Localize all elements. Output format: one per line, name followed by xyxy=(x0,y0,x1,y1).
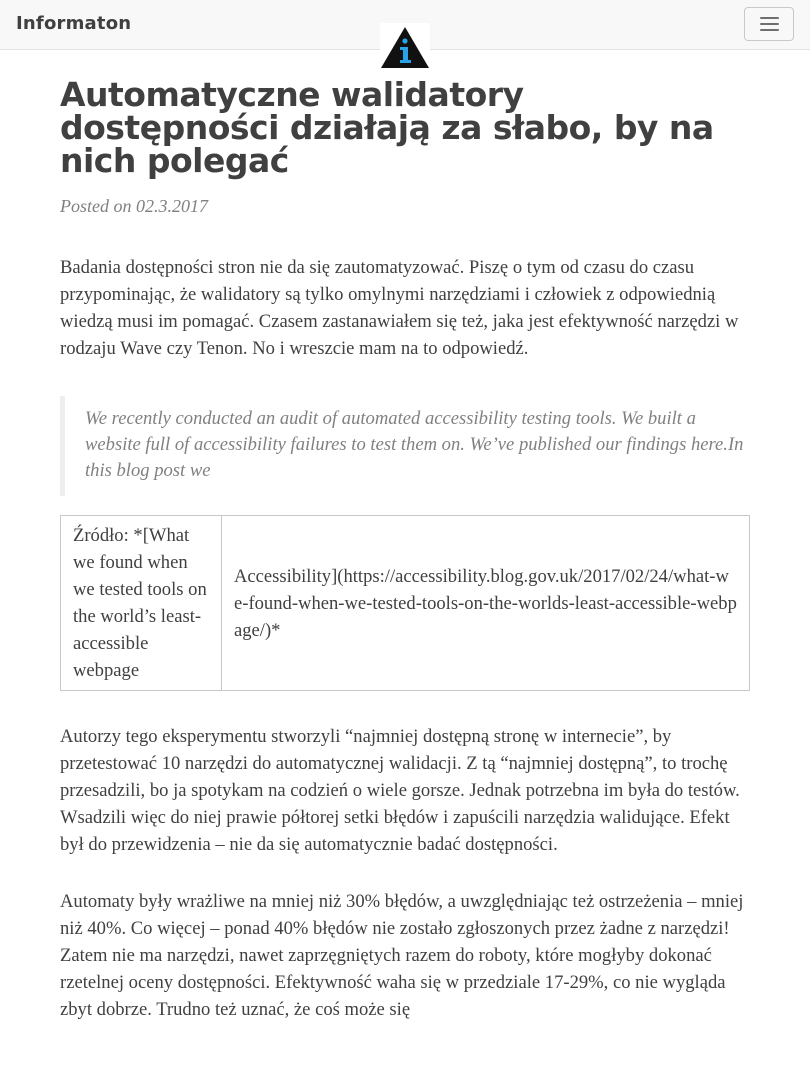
post-meta: Posted on 02.3.2017 xyxy=(60,196,208,216)
source-cell-title: Źródło: *[What we found when we tested t… xyxy=(60,515,222,691)
paragraph-experiment: Autorzy tego eksperymentu stworzyli “naj… xyxy=(60,726,740,855)
info-logo-icon[interactable] xyxy=(380,23,430,70)
info-logo-svg xyxy=(381,27,429,68)
quote-block: We recently conducted an audit of automa… xyxy=(60,396,750,496)
toggle-bar xyxy=(760,23,779,25)
source-table: Źródło: *[What we found when we tested t… xyxy=(60,515,750,691)
paragraph-results: Automaty były wrażliwe na mniej niż 30% … xyxy=(60,891,744,1020)
table-row: Źródło: *[What we found when we tested t… xyxy=(60,515,750,691)
hamburger-menu-icon[interactable] xyxy=(744,7,794,41)
source-cell-link[interactable]: Accessibility](https://accessibility.blo… xyxy=(221,515,750,691)
paragraph-intro: Badania dostępności stron nie da się zau… xyxy=(60,257,739,359)
brand-link[interactable]: Informaton xyxy=(16,13,131,34)
toggle-bar xyxy=(760,17,779,19)
post-content: Automatyczne walidatory dostępności dzia… xyxy=(60,78,750,1023)
post-title: Automatyczne walidatory dostępności dzia… xyxy=(60,75,714,180)
toggle-bar xyxy=(760,29,779,31)
